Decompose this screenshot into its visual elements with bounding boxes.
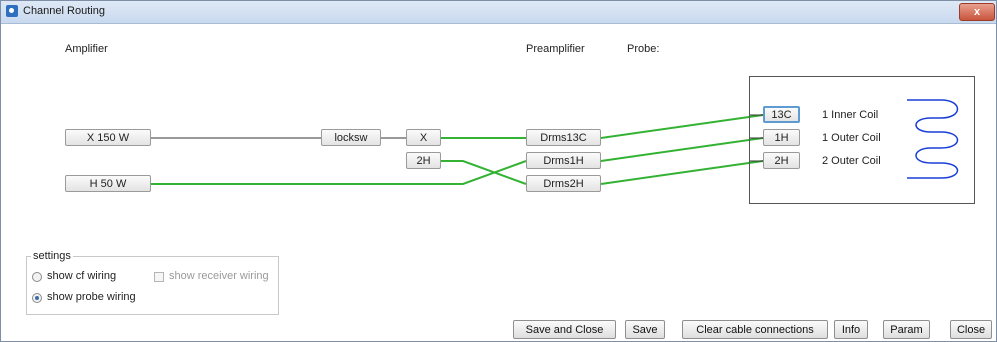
locksw-button[interactable]: locksw <box>321 129 381 146</box>
probe-wiring-label[interactable]: show probe wiring <box>47 291 136 303</box>
channel-routing-window: Channel Routing x Amplifier Preamplifier… <box>0 0 997 342</box>
preamp-drms13c-button[interactable]: Drms13C <box>526 129 601 146</box>
probe-1h-button[interactable]: 1H <box>763 129 800 146</box>
preamp-drms1h-button[interactable]: Drms1H <box>526 152 601 169</box>
info-button[interactable]: Info <box>834 320 868 339</box>
wire-2h-drms2h[interactable] <box>441 160 527 185</box>
amp-h50-button[interactable]: H 50 W <box>65 175 151 192</box>
save-and-close-button[interactable]: Save and Close <box>513 320 616 339</box>
preamp-drms2h-button[interactable]: Drms2H <box>526 175 601 192</box>
probe-2h-button[interactable]: 2H <box>763 152 800 169</box>
probe-13c-button[interactable]: 13C <box>763 106 800 123</box>
settings-group <box>26 256 279 315</box>
wire-drms13c-13c[interactable] <box>600 114 764 139</box>
close-button[interactable]: Close <box>950 320 992 339</box>
probe-wiring-radio[interactable] <box>32 293 42 303</box>
param-button[interactable]: Param <box>883 320 930 339</box>
amp-x150-button[interactable]: X 150 W <box>65 129 151 146</box>
coil-label-outer-1: 1 Outer Coil <box>822 132 881 144</box>
receiver-wiring-checkbox[interactable] <box>154 272 164 282</box>
nucleus-x-button[interactable]: X <box>406 129 441 146</box>
receiver-wiring-label[interactable]: show receiver wiring <box>169 270 269 282</box>
cf-wiring-radio[interactable] <box>32 272 42 282</box>
wire-drms2h-2h[interactable] <box>600 160 764 185</box>
coil-label-inner: 1 Inner Coil <box>822 109 879 121</box>
settings-title: settings <box>31 250 73 262</box>
save-button[interactable]: Save <box>625 320 665 339</box>
nucleus-2h-button[interactable]: 2H <box>406 152 441 169</box>
wire-drms1h-1h[interactable] <box>600 137 764 162</box>
cf-wiring-label[interactable]: show cf wiring <box>47 270 116 282</box>
clear-cable-connections-button[interactable]: Clear cable connections <box>682 320 828 339</box>
coil-label-outer-2: 2 Outer Coil <box>822 155 881 167</box>
